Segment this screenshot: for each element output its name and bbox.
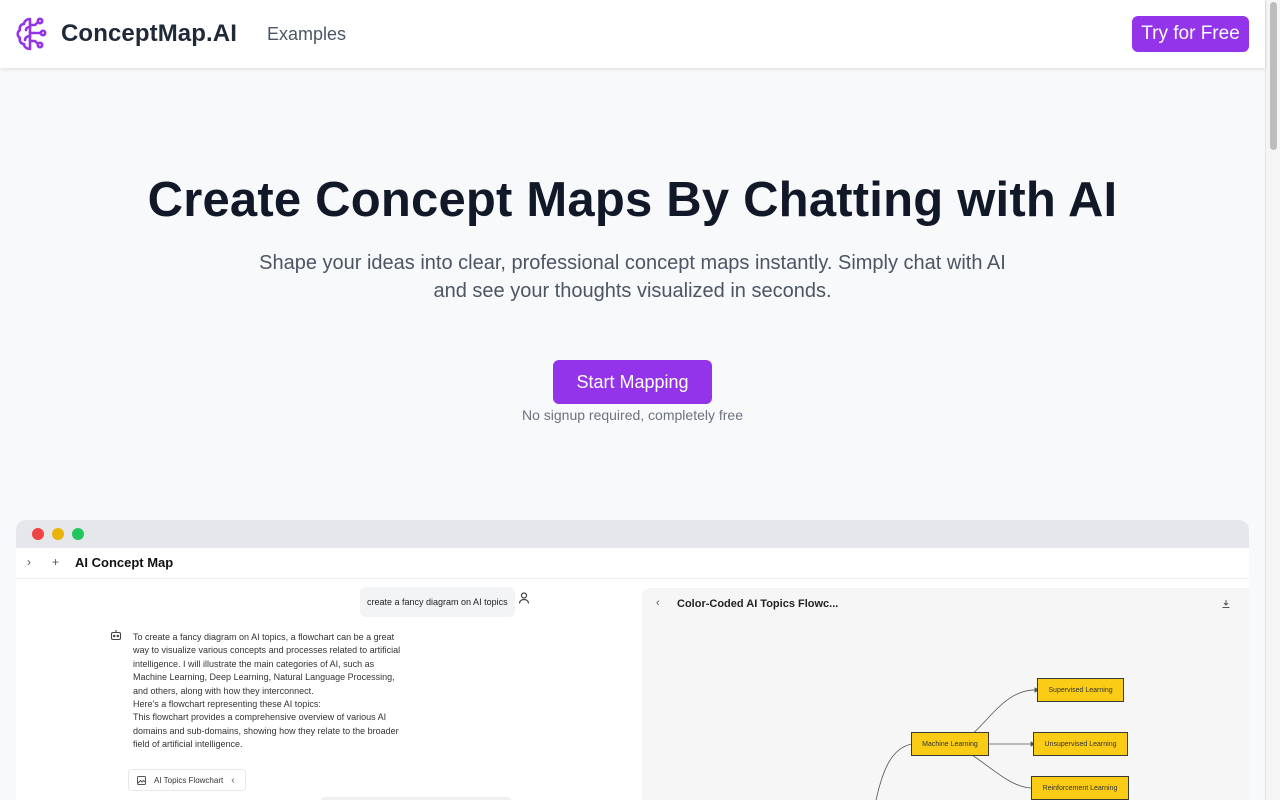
edge-ml-reinforcement xyxy=(971,754,1033,789)
flowchart-artifact-chip[interactable]: AI Topics Flowchart ‹ xyxy=(128,769,246,791)
diagram-canvas[interactable]: ‹ Color-Coded AI Topics Flowc... Machine… xyxy=(642,588,1249,800)
window-close-dot xyxy=(32,528,44,540)
hero-title: Create Concept Maps By Chatting with AI xyxy=(147,173,1118,227)
scrollbar-thumb[interactable] xyxy=(1270,2,1277,150)
brand-name[interactable]: ConceptMap.AI xyxy=(61,20,237,48)
chat-panel: create a fancy diagram on AI topics To c… xyxy=(16,579,638,800)
node-machine-learning[interactable]: Machine Learning xyxy=(911,732,989,756)
chevron-left-icon: ‹ xyxy=(231,774,235,786)
user-message: create a fancy diagram on AI topics xyxy=(360,587,515,617)
image-icon xyxy=(137,775,146,785)
diagram-edges xyxy=(875,687,1040,800)
window-minimize-dot xyxy=(52,528,64,540)
try-for-free-button[interactable]: Try for Free xyxy=(1132,16,1249,52)
page-scrollbar[interactable] xyxy=(1265,0,1280,800)
nav-link-examples[interactable]: Examples xyxy=(267,24,346,45)
cta-note: No signup required, completely free xyxy=(521,407,743,423)
bot-paragraph: Here's a flowchart representing these AI… xyxy=(133,699,321,710)
top-nav: ConceptMap.AI Examples Try for Free xyxy=(0,0,1265,68)
node-supervised-learning[interactable]: Supervised Learning xyxy=(1037,678,1124,702)
edge-incoming xyxy=(875,743,913,800)
app-screen: › + AI Concept Map create a fancy diagra… xyxy=(16,548,1249,800)
chevron-right-icon[interactable]: › xyxy=(27,555,31,569)
brain-logo-icon[interactable] xyxy=(16,16,50,52)
hero-subtitle: Shape your ideas into clear, professiona… xyxy=(259,252,1006,302)
app-title: AI Concept Map xyxy=(75,555,174,570)
plus-icon[interactable]: + xyxy=(52,555,59,569)
node-unsupervised-learning[interactable]: Unsupervised Learning xyxy=(1033,732,1128,756)
app-toolbar: › + AI Concept Map xyxy=(16,548,1249,579)
app-preview-window: › + AI Concept Map create a fancy diagra… xyxy=(16,520,1249,800)
bot-icon xyxy=(110,630,122,641)
start-mapping-button[interactable]: Start Mapping xyxy=(553,360,712,404)
window-maximize-dot xyxy=(72,528,84,540)
bot-paragraph: This flowchart provides a comprehensive … xyxy=(133,712,399,750)
node-reinforcement-learning[interactable]: Reinforcement Learning xyxy=(1031,776,1129,800)
user-icon xyxy=(518,592,530,604)
chip-label: AI Topics Flowchart xyxy=(154,775,224,785)
bot-message: To create a fancy diagram on AI topics, … xyxy=(133,631,403,752)
bot-paragraph: To create a fancy diagram on AI topics, … xyxy=(133,632,401,696)
